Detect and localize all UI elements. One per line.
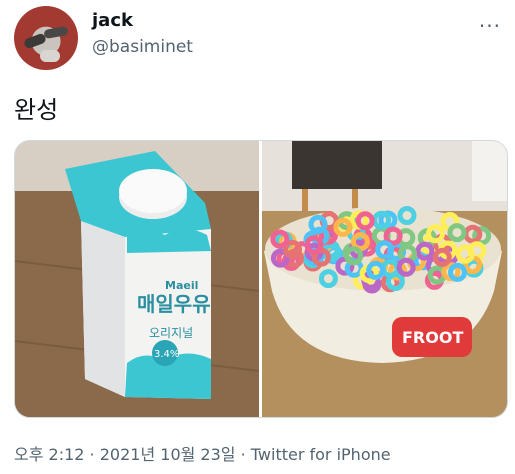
more-options-icon[interactable]: ··· — [479, 14, 501, 38]
carton-title: 매일우유 — [137, 292, 211, 316]
media-grid: Maeil 매일우유 오리지널 3.4% FROOT — [14, 140, 508, 418]
tweet-time[interactable]: 오후 2:12 — [14, 445, 84, 464]
milk-carton-photo[interactable]: Maeil 매일우유 오리지널 3.4% — [15, 141, 259, 417]
avatar[interactable] — [14, 6, 78, 70]
carton-subtitle: 오리지널 — [149, 326, 193, 340]
author-handle[interactable]: @basiminet — [92, 37, 193, 57]
meta-separator-2: · — [235, 445, 251, 464]
cereal-bowl-photo[interactable]: FROOT — [262, 141, 507, 417]
carton-badge: 3.4% — [154, 349, 179, 360]
bowl-label: FROOT — [402, 328, 463, 347]
tweet-text: 완성 — [14, 96, 59, 124]
meta-separator: · — [84, 445, 100, 464]
author-name[interactable]: jack — [92, 10, 133, 31]
tweet-source[interactable]: Twitter for iPhone — [251, 445, 391, 464]
tweet-meta: 오후 2:12 · 2021년 10월 23일 · Twitter for iP… — [14, 441, 391, 465]
carton-brand: Maeil — [165, 279, 198, 292]
tweet-date[interactable]: 2021년 10월 23일 — [100, 445, 236, 464]
